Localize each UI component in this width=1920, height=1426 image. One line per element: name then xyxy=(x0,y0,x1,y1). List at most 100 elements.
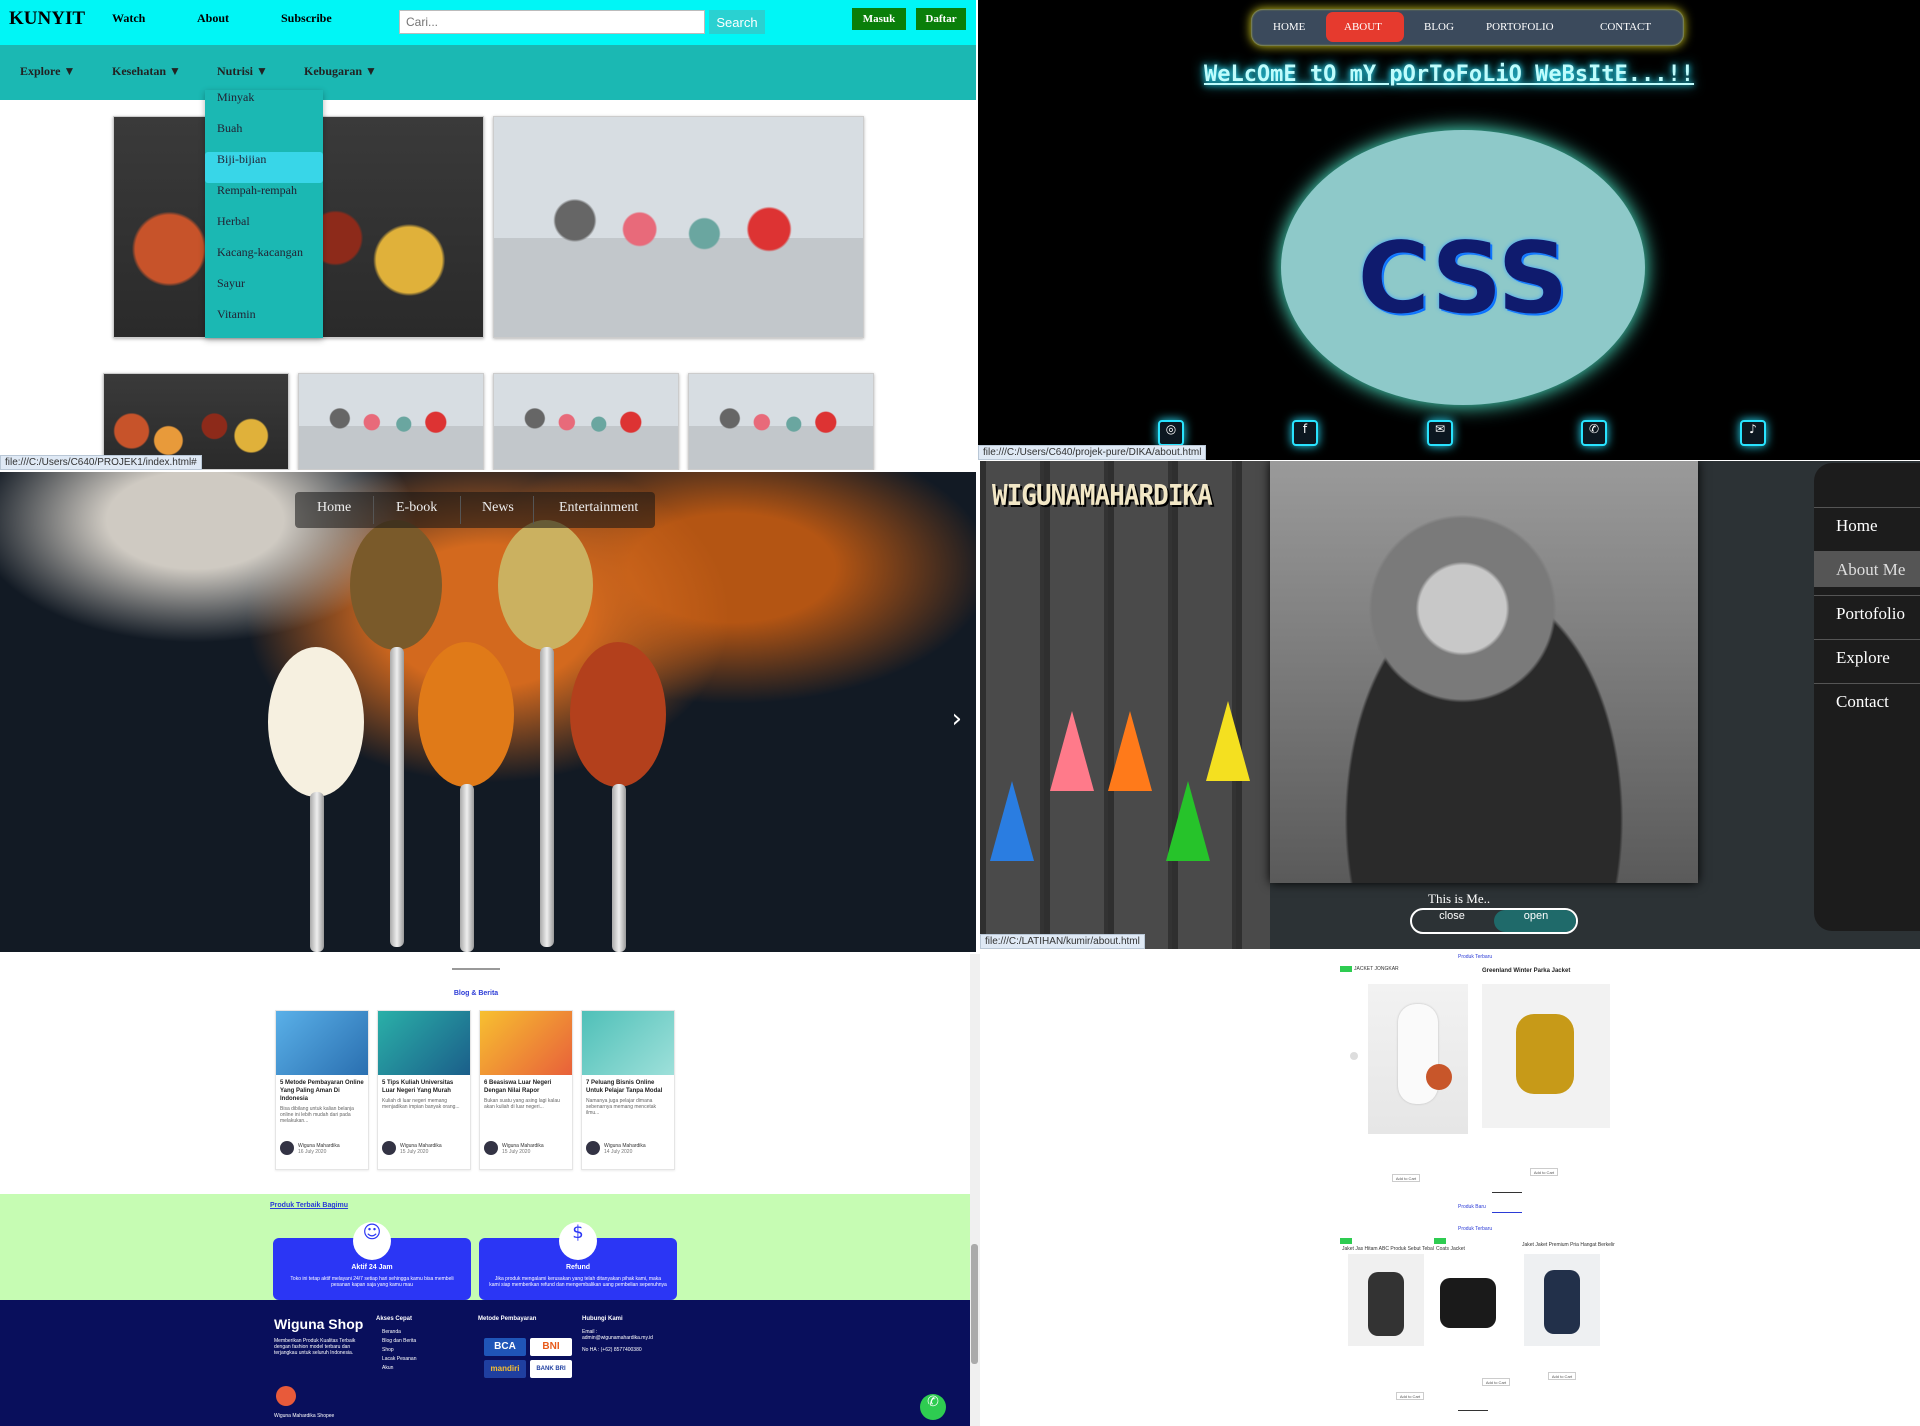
nav-blog[interactable]: BLOG xyxy=(1424,21,1454,33)
product-label: Jaket Jaket Premium Pria Hangat Berkelir xyxy=(1522,1242,1615,1248)
menu-contact[interactable]: Contact xyxy=(1814,683,1920,719)
thumbnail-yoga[interactable] xyxy=(298,373,484,470)
blog-card[interactable]: 5 Tips Kuliah Universitas Luar Negeri Ya… xyxy=(377,1010,471,1170)
product-image[interactable] xyxy=(1430,1258,1506,1344)
new-product-label[interactable]: Produk Baru xyxy=(1458,1204,1486,1210)
menu-kebugaran[interactable]: Kebugaran ▼ xyxy=(304,64,377,79)
whatsapp-icon[interactable]: ✆ xyxy=(920,1394,946,1420)
dropdown-item[interactable]: Kacang-kacangan xyxy=(205,245,323,276)
feature-box: $ Refund Jika produk mengalami kerusakan… xyxy=(479,1222,677,1300)
footer-link[interactable]: Shop xyxy=(382,1346,394,1355)
product-image[interactable] xyxy=(1482,984,1610,1128)
product-title[interactable]: Greenland Winter Parka Jacket xyxy=(1482,968,1570,974)
dropdown-item[interactable]: Sayur xyxy=(205,276,323,307)
spoon-white xyxy=(268,647,364,797)
new-badge xyxy=(1340,966,1352,972)
dropdown-item[interactable]: Rempah-rempah xyxy=(205,183,323,214)
register-button[interactable]: Daftar xyxy=(916,8,966,30)
nav-about[interactable]: ABOUT xyxy=(1344,21,1382,33)
tiktok-icon[interactable]: ♪ xyxy=(1740,420,1766,446)
footer-link[interactable]: Akun xyxy=(382,1364,393,1373)
dropdown-item[interactable]: Vitamin xyxy=(205,307,323,338)
footer-copyright: Wiguna Mahardika Shopee xyxy=(274,1413,335,1419)
product-image[interactable] xyxy=(1348,1254,1424,1346)
card-title[interactable]: 7 Peluang Bisnis Online Untuk Pelajar Ta… xyxy=(582,1075,674,1095)
blog-card[interactable]: 6 Beasiswa Luar Negeri Dengan Nilai Rapo… xyxy=(479,1010,573,1170)
nav-news[interactable]: News xyxy=(482,500,514,516)
add-to-cart-button[interactable]: Add to Cart xyxy=(1548,1372,1576,1380)
top-product-link[interactable]: Produk Terbaru xyxy=(1458,954,1492,960)
menu-nutrisi[interactable]: Nutrisi ▼ xyxy=(217,64,268,79)
menu-explore[interactable]: Explore ▼ xyxy=(20,64,75,79)
thumbnail-yoga[interactable] xyxy=(688,373,874,470)
nav-contact[interactable]: CONTACT xyxy=(1600,21,1651,33)
dropdown-item[interactable]: Buah xyxy=(205,121,323,152)
css-logo-text: CSS xyxy=(1357,222,1569,336)
menu-explore[interactable]: Explore xyxy=(1814,639,1920,675)
status-bar-url: file:///C:/Users/C640/PROJEK1/index.html… xyxy=(0,455,202,470)
add-to-cart-button[interactable]: Add to Cart xyxy=(1530,1168,1558,1176)
add-to-cart-button[interactable]: Add to Cart xyxy=(1482,1378,1510,1386)
search-input[interactable] xyxy=(399,10,705,34)
close-button[interactable]: close xyxy=(1412,910,1492,932)
feature-desc: Toko ini tetap aktif melayani 24/7 setia… xyxy=(290,1276,454,1288)
blog-card[interactable]: 5 Metode Pembayaran Online Yang Paling A… xyxy=(275,1010,369,1170)
add-to-cart-button[interactable]: Add to Cart xyxy=(1396,1392,1424,1400)
add-to-cart-button[interactable]: Add to Cart xyxy=(1392,1174,1420,1182)
nav-divider xyxy=(533,496,534,524)
jacket-navy xyxy=(1544,1270,1580,1334)
menu-portofolio[interactable]: Portofolio xyxy=(1814,595,1920,631)
instagram-icon[interactable]: ◎ xyxy=(1158,420,1184,446)
nav-watch[interactable]: Watch xyxy=(112,11,145,26)
whatsapp-icon[interactable]: ✆ xyxy=(1581,420,1607,446)
menu-kesehatan[interactable]: Kesehatan ▼ xyxy=(112,64,181,79)
site-logo[interactable]: WIGUNAMAHARDIKA xyxy=(992,480,1213,513)
card-date: 14 July 2020 xyxy=(604,1149,633,1155)
open-button[interactable]: open xyxy=(1494,910,1576,932)
card-title[interactable]: 6 Beasiswa Luar Negeri Dengan Nilai Rapo… xyxy=(480,1075,572,1095)
product-image[interactable] xyxy=(1368,984,1468,1134)
footer-link[interactable]: Lacak Pesanan xyxy=(382,1355,416,1364)
category-navbar: Explore ▼ Kesehatan ▼ Nutrisi ▼ Kebugara… xyxy=(0,45,976,100)
menu-home[interactable]: Home xyxy=(1814,507,1920,543)
dropdown-item[interactable]: Herbal xyxy=(205,214,323,245)
nav-ebook[interactable]: E-book xyxy=(396,500,437,516)
footer-link[interactable]: Beranda xyxy=(382,1328,401,1337)
carousel-dot[interactable] xyxy=(1350,1052,1358,1060)
footer-link[interactable]: Blog dan Berita xyxy=(382,1337,416,1346)
card-title[interactable]: 5 Metode Pembayaran Online Yang Paling A… xyxy=(276,1075,368,1103)
divider xyxy=(1492,1212,1522,1213)
nav-subscribe[interactable]: Subscribe xyxy=(281,11,332,26)
thumbnail-yoga[interactable] xyxy=(493,373,679,470)
email-link[interactable]: admin@wigunamahardika.my.id xyxy=(582,1334,653,1343)
nav-home[interactable]: Home xyxy=(317,500,351,516)
welcome-title: WeLcOmE tO mY pOrToFoLiO WeBsItE...!! xyxy=(1203,62,1695,87)
blog-card[interactable]: 7 Peluang Bisnis Online Untuk Pelajar Ta… xyxy=(581,1010,675,1170)
facebook-icon[interactable]: f xyxy=(1292,420,1318,446)
newest-product-link[interactable]: Produk Terbaru xyxy=(1458,1226,1492,1232)
shopee-icon[interactable] xyxy=(276,1386,296,1406)
nav-divider xyxy=(460,496,461,524)
menu-about-me[interactable]: About Me xyxy=(1814,551,1920,587)
mandiri-logo: mandiri xyxy=(484,1360,526,1378)
nav-about[interactable]: About xyxy=(197,11,229,26)
feature-box: ☺ Aktif 24 Jam Toko ini tetap aktif mela… xyxy=(273,1222,471,1300)
mail-icon[interactable]: ✉ xyxy=(1427,420,1453,446)
search-button[interactable]: Search xyxy=(709,10,765,34)
spoon-orange xyxy=(418,642,514,787)
bri-logo: BANK BRI xyxy=(530,1360,572,1378)
dropdown-item-selected[interactable]: Biji-bijian xyxy=(205,152,323,183)
brand-logo[interactable]: KUNYIT xyxy=(9,8,85,30)
kunyit-website-panel: KUNYIT Watch About Subscribe Search Masu… xyxy=(0,0,976,470)
scrollbar-thumb[interactable] xyxy=(971,1244,978,1364)
product-image[interactable] xyxy=(1524,1254,1600,1346)
carousel-next-icon[interactable]: › xyxy=(952,704,962,734)
nav-home[interactable]: HOME xyxy=(1273,21,1305,33)
nav-portofolio[interactable]: PORTOFOLIO xyxy=(1486,21,1554,33)
card-title[interactable]: 5 Tips Kuliah Universitas Luar Negeri Ya… xyxy=(378,1075,470,1095)
dropdown-item[interactable]: Minyak xyxy=(205,90,323,121)
close-open-toggle[interactable]: close open xyxy=(1410,908,1578,934)
nav-entertainment[interactable]: Entertainment xyxy=(559,500,638,516)
support-icon: ☺ xyxy=(353,1222,391,1260)
login-button[interactable]: Masuk xyxy=(852,8,906,30)
